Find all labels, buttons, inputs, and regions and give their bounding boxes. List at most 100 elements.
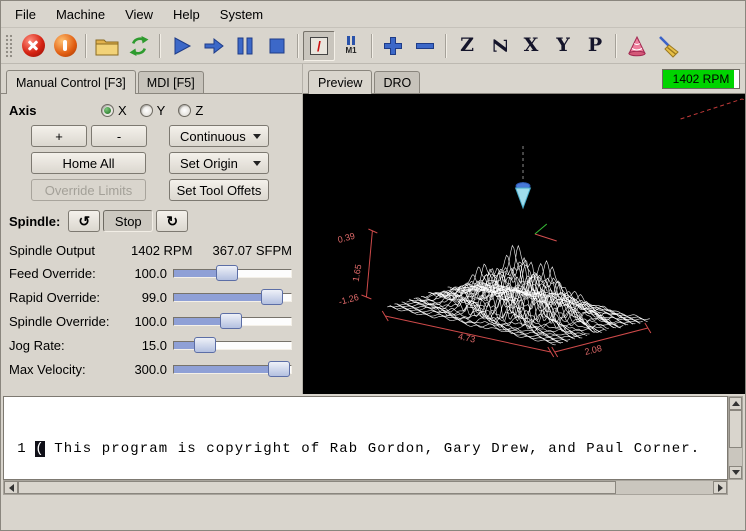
axis-x-label: X — [118, 103, 127, 118]
vertical-scroll-thumb[interactable] — [729, 410, 742, 448]
toolbar-separator — [445, 34, 447, 58]
rapid-override-slider[interactable] — [173, 288, 292, 306]
scroll-right-button[interactable] — [713, 481, 727, 494]
slider-handle[interactable] — [216, 265, 238, 281]
spindle-row: Spindle: ↺ Stop ↻ — [9, 210, 294, 232]
tab-dro[interactable]: DRO — [374, 71, 420, 93]
vertical-scroll-track[interactable] — [729, 410, 742, 466]
main-area: Manual Control [F3] MDI [F5] Axis X Y — [1, 64, 745, 394]
slider-handle[interactable] — [268, 361, 290, 377]
scroll-up-button[interactable] — [729, 397, 742, 410]
view-top-button[interactable]: Z — [451, 31, 483, 61]
home-all-button[interactable]: Home All — [31, 152, 146, 174]
preview-tabbar: Preview DRO 1402 RPM — [303, 64, 745, 94]
view-perspective-button[interactable]: P — [579, 31, 611, 61]
spindle-cw-button[interactable]: ↻ — [156, 210, 188, 232]
scroll-left-button[interactable] — [4, 481, 18, 494]
view-rotated-top-button[interactable]: Z — [483, 31, 515, 61]
toolbar-grip[interactable] — [5, 34, 12, 58]
spindle-override-slider[interactable] — [173, 312, 292, 330]
tab-manual-control[interactable]: Manual Control [F3] — [6, 70, 136, 94]
spindle-rpm-text: 1402 RPM — [663, 70, 739, 88]
slider-handle[interactable] — [261, 289, 283, 305]
machine-power-button[interactable] — [49, 31, 81, 61]
set-origin-button[interactable]: Set Origin — [169, 152, 269, 174]
rapid-override-row: Rapid Override: 99.0 — [9, 285, 294, 309]
jog-increment-dropdown[interactable]: Continuous — [169, 125, 269, 147]
gcode-listing[interactable]: 1( This program is copyright of Rab Gord… — [3, 396, 728, 480]
vertical-scrollbar[interactable] — [728, 396, 743, 480]
set-tool-offsets-button[interactable]: Set Tool Offets — [169, 179, 269, 201]
jog-plus-button[interactable]: + — [31, 125, 87, 147]
max-velocity-row: Max Velocity: 300.0 — [9, 357, 294, 381]
stop-button[interactable] — [261, 31, 293, 61]
clear-plot-button[interactable] — [653, 31, 685, 61]
axis-radio-z[interactable]: Z — [178, 103, 203, 118]
spindle-override-value: 100.0 — [125, 314, 167, 329]
open-file-button[interactable] — [91, 31, 123, 61]
run-button[interactable] — [165, 31, 197, 61]
arrow-down-icon — [732, 470, 740, 475]
gcode-line-1[interactable]: 1( This program is copyright of Rab Gord… — [4, 439, 727, 459]
step-arrow-icon — [202, 35, 224, 57]
horizontal-scrollbar[interactable] — [3, 480, 728, 495]
gcode-text: This program is copyright of Rab Gordon,… — [45, 441, 701, 457]
plus-icon — [382, 35, 404, 57]
pause-button[interactable] — [229, 31, 261, 61]
tab-preview[interactable]: Preview — [308, 70, 372, 94]
slider-handle[interactable] — [194, 337, 216, 353]
menu-help[interactable]: Help — [163, 3, 210, 26]
feed-override-label: Feed Override: — [9, 266, 119, 281]
menu-system[interactable]: System — [210, 3, 273, 26]
feed-override-slider[interactable] — [173, 264, 292, 282]
optional-pause-toggle[interactable]: M1 — [335, 31, 367, 61]
zoom-out-button[interactable] — [409, 31, 441, 61]
preview-panel: Preview DRO 1402 RPM — [302, 64, 745, 394]
menu-machine[interactable]: Machine — [46, 3, 115, 26]
machine-limits-outline — [681, 99, 745, 119]
toolbar-separator — [371, 34, 373, 58]
estop-button[interactable] — [17, 31, 49, 61]
max-velocity-slider[interactable] — [173, 360, 292, 378]
scroll-down-button[interactable] — [729, 466, 742, 479]
rotate-view-button[interactable] — [621, 31, 653, 61]
origin-axes-marker — [535, 224, 557, 241]
slider-handle[interactable] — [220, 313, 242, 329]
horizontal-scroll-thumb[interactable] — [18, 481, 616, 494]
spindle-output-row: Spindle Output 1402 RPM 367.07 SFPM — [9, 239, 294, 261]
tab-mdi[interactable]: MDI [F5] — [138, 71, 204, 93]
spindle-override-row: Spindle Override: 100.0 — [9, 309, 294, 333]
jog-increment-value: Continuous — [180, 129, 246, 144]
axis-radio-x[interactable]: X — [101, 103, 127, 118]
view-side-button[interactable]: X — [515, 31, 547, 61]
cone-icon — [626, 35, 648, 57]
reload-button[interactable] — [123, 31, 155, 61]
jog-rate-slider[interactable] — [173, 336, 292, 354]
axis-radio-y[interactable]: Y — [140, 103, 166, 118]
optional-pause-icon: M1 — [345, 36, 356, 55]
horizontal-scroll-track[interactable] — [18, 481, 713, 494]
scrollbar-corner — [728, 480, 743, 495]
dim-label-x-extent: 4.73 — [457, 331, 476, 344]
menu-file[interactable]: File — [5, 3, 46, 26]
chevron-down-icon — [253, 161, 261, 166]
override-limits-button[interactable]: Override Limits — [31, 179, 146, 201]
preview-plot[interactable]: 0.39 1.65 -1.26 4.73 2.08 — [303, 94, 745, 394]
menu-view[interactable]: View — [115, 3, 163, 26]
broom-icon — [657, 34, 681, 58]
spindle-rpm-value: 1402 RPM — [131, 243, 192, 258]
jog-minus-button[interactable]: - — [91, 125, 147, 147]
zoom-in-button[interactable] — [377, 31, 409, 61]
toolbar: / M1 Z Z X Y — [1, 28, 745, 64]
view-front-button[interactable]: Y — [547, 31, 579, 61]
jog-row: + - Continuous — [9, 125, 294, 147]
skip-lines-toggle[interactable]: / — [303, 31, 335, 61]
gcode-cursor: ( — [35, 441, 45, 457]
linuxcnc-axis-window: File Machine View Help System — [0, 0, 746, 531]
step-button[interactable] — [197, 31, 229, 61]
preview-canvas[interactable]: 0.39 1.65 -1.26 4.73 2.08 — [303, 94, 745, 394]
slider-trough — [173, 341, 292, 350]
minus-icon — [414, 35, 436, 57]
spindle-stop-button[interactable]: Stop — [103, 210, 153, 232]
spindle-ccw-button[interactable]: ↺ — [68, 210, 100, 232]
